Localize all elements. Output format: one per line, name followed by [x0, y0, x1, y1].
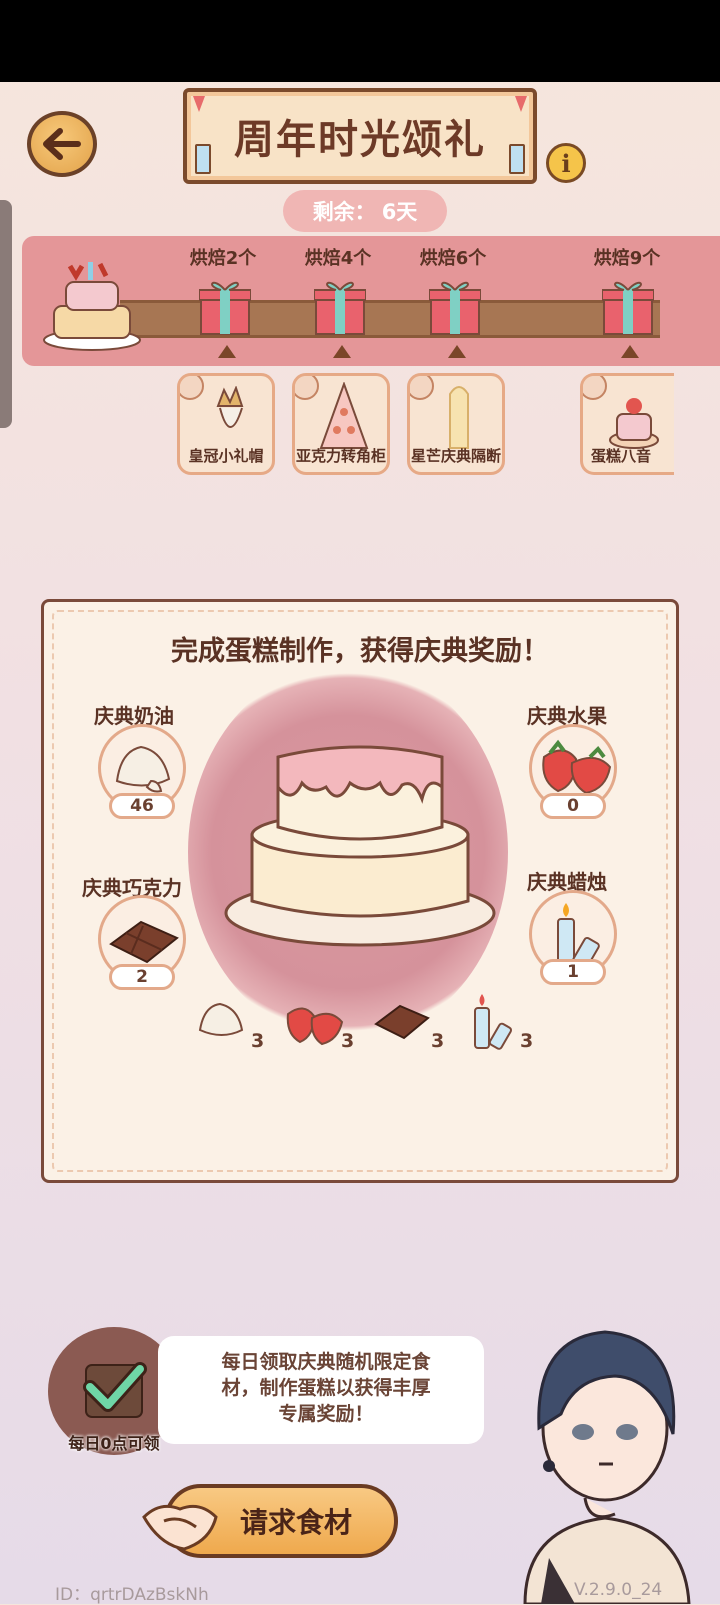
ingredient-count: 2 — [109, 964, 175, 990]
crown-hat-icon — [216, 386, 244, 428]
chocolate-icon — [374, 1004, 430, 1040]
chocolate-icon — [109, 920, 179, 964]
preview-eye-icon[interactable] — [180, 376, 204, 400]
version-label: V.2.9.0_24 — [574, 1580, 663, 1600]
milestone-label: 烘焙2个 — [189, 248, 257, 269]
milestone-label: 烘焙9个 — [593, 248, 661, 269]
reward-name: 亚克力转角柜 — [295, 447, 386, 465]
cream-icon — [198, 1002, 244, 1036]
gift-box-icon[interactable] — [199, 278, 251, 336]
side-drawer-handle[interactable] — [0, 200, 12, 428]
request-ingredients-label: 请求食材 — [239, 1506, 352, 1539]
daily-claim-label: 每日0点可领 — [68, 1434, 160, 1453]
remaining-label: 剩余： — [312, 200, 376, 224]
panel-title: 完成蛋糕制作，获得庆典奖励！ — [171, 636, 549, 667]
handshake-icon — [142, 1504, 218, 1551]
reward-card[interactable]: 星芒庆典隔断 — [407, 373, 505, 475]
reward-card[interactable]: 亚克力转角柜 — [292, 373, 390, 475]
reward-card[interactable]: 蛋糕八音 — [580, 373, 674, 475]
reward-name: 星芒庆典隔断 — [410, 447, 501, 465]
pointer-triangle-icon — [333, 345, 351, 358]
partition-screen-icon — [449, 386, 469, 449]
chef-character — [523, 1330, 691, 1604]
preview-eye-icon[interactable] — [295, 376, 319, 400]
candle-icon — [474, 994, 512, 1050]
ingredient-count: 1 — [540, 959, 606, 985]
gift-box-icon[interactable] — [429, 278, 481, 336]
strawberry-icon — [286, 1007, 344, 1046]
preview-eye-icon[interactable] — [410, 376, 434, 400]
gift-box-icon[interactable] — [602, 278, 654, 336]
cake-music-box-icon — [609, 398, 659, 449]
speech-bubble-text: 每日领取庆典随机限定食 材，制作蛋糕以获得丰厚 专属奖励！ — [221, 1351, 431, 1425]
cake-illustration — [224, 745, 496, 947]
acrylic-cabinet-icon — [319, 382, 369, 449]
reward-name: 皇冠小礼帽 — [188, 447, 264, 465]
pointer-triangle-icon — [448, 345, 466, 358]
required-amount: 3 — [251, 1030, 265, 1052]
strawberry-icon — [542, 739, 612, 795]
back-button[interactable] — [27, 111, 97, 177]
required-amount: 3 — [341, 1030, 355, 1052]
event-title-plate: 周年时光颂礼 — [183, 88, 537, 184]
reward-name: 蛋糕八音 — [591, 447, 652, 465]
bunting-icon — [193, 96, 205, 112]
pointer-triangle-icon — [218, 345, 236, 358]
arrow-left-icon — [43, 128, 81, 160]
bunting-icon — [515, 96, 527, 112]
gift-box-icon[interactable] — [314, 278, 366, 336]
preview-eye-icon[interactable] — [583, 376, 607, 400]
ingredient-count: 46 — [109, 793, 175, 819]
pointer-triangle-icon — [621, 345, 639, 358]
ingredient-count: 0 — [540, 793, 606, 819]
info-icon: i — [561, 148, 571, 178]
player-id: ID：qrtrDAzBskNh — [55, 1585, 209, 1605]
checkmark-icon — [83, 1362, 147, 1418]
info-button[interactable]: i — [546, 143, 586, 183]
required-amount: 3 — [520, 1030, 534, 1052]
cream-icon — [115, 745, 171, 793]
status-bar — [0, 0, 720, 82]
milestone-label: 烘焙6个 — [419, 248, 487, 269]
reward-card[interactable]: 皇冠小礼帽 — [177, 373, 275, 475]
remaining-time-badge: 剩余： 6天 — [283, 190, 447, 232]
event-title: 周年时光颂礼 — [234, 117, 486, 163]
candle-icon — [509, 144, 525, 174]
cake-icon — [43, 262, 141, 351]
required-amount: 3 — [431, 1030, 445, 1052]
candle-icon — [195, 144, 211, 174]
milestone-label: 烘焙4个 — [304, 248, 372, 269]
remaining-value: 6天 — [381, 200, 418, 224]
